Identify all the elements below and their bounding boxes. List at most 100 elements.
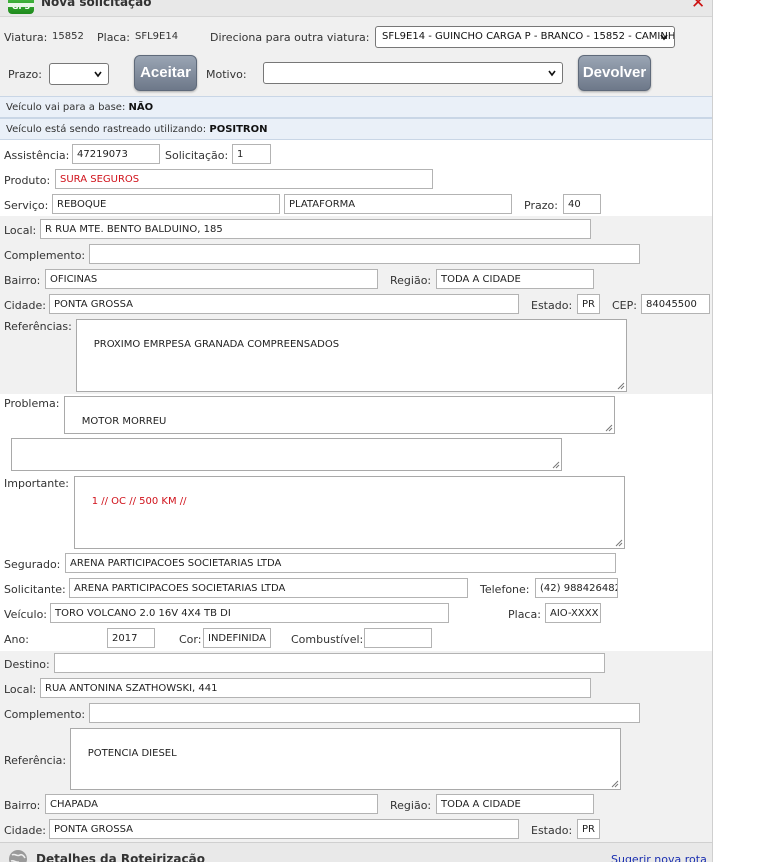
regiao-label: Região: — [390, 274, 432, 287]
bairro-field[interactable]: OFICINAS — [45, 269, 378, 289]
estado-field[interactable]: PR — [577, 294, 600, 314]
problema-textarea[interactable]: MOTOR MORREU — [64, 396, 615, 434]
referencias-text: PROXIMO EMRPESA GRANADA COMPREENSADOS — [93, 339, 340, 350]
resize-grip-icon[interactable] — [611, 780, 619, 788]
tracking-info-text: Veículo está sendo rastreado utilizando: — [6, 124, 207, 135]
motivo-label: Motivo: — [206, 68, 247, 81]
destino-field[interactable] — [54, 653, 605, 673]
produto-label: Produto: — [4, 174, 51, 187]
servico-field[interactable]: REBOQUE — [52, 194, 280, 214]
destino-complemento-label: Complemento: — [4, 708, 86, 721]
veiculo-field[interactable]: TORO VOLCANO 2.0 16V 4X4 TB DI — [50, 603, 449, 623]
importante-textarea[interactable]: 1 // OC // 500 KM // — [74, 476, 625, 549]
title-bar: GPS Nova solicitação ✕ — [0, 0, 712, 17]
assistencia-label: Assistência: — [4, 149, 70, 162]
tracking-info-row: Veículo está sendo rastreado utilizando:… — [0, 118, 712, 140]
cep-field[interactable]: 84045500 — [641, 294, 710, 314]
redirect-label: Direciona para outra viatura: — [210, 31, 370, 44]
chevron-down-icon — [660, 34, 668, 41]
segurado-field[interactable]: ARENA PARTICIPACOES SOCIETARIAS LTDA — [65, 553, 616, 573]
ano-label: Ano: — [4, 633, 29, 646]
resize-grip-icon[interactable] — [605, 424, 613, 432]
produto-field[interactable]: SURA SEGUROS — [55, 169, 433, 189]
complemento-label: Complemento: — [4, 249, 86, 262]
veiculo-label: Veículo: — [4, 608, 48, 621]
solicitacao-label: Solicitação: — [165, 149, 229, 162]
servico-prazo-field[interactable]: 40 — [563, 194, 601, 214]
destino-bairro-field[interactable]: CHAPADA — [45, 794, 378, 814]
new-request-window: GPS Nova solicitação ✕ Viatura: 15852 Pl… — [0, 0, 713, 862]
base-info-row: Veículo vai para a base: NÃO — [0, 96, 712, 118]
chevron-down-icon — [548, 70, 556, 77]
complemento-field[interactable] — [89, 244, 640, 264]
base-info-text: Veículo vai para a base: — [6, 102, 126, 113]
solicitante-field[interactable]: ARENA PARTICIPACOES SOCIETARIAS LTDA — [69, 578, 468, 598]
destino-referencia-label: Referência: — [4, 754, 67, 767]
routing-details-header: Detalhes da Roteirização Sugerir nova ro… — [0, 842, 712, 862]
destino-cidade-field[interactable]: PONTA GROSSA — [49, 819, 519, 839]
solicitacao-field[interactable]: 1 — [232, 144, 271, 164]
ano-field[interactable]: 2017 — [107, 628, 155, 648]
resize-grip-icon[interactable] — [615, 539, 623, 547]
cor-label: Cor: — [179, 633, 202, 646]
gps-icon-bar — [8, 3, 34, 7]
viatura-value: 15852 — [52, 31, 84, 42]
cor-field[interactable]: INDEFINIDA — [203, 628, 271, 648]
destino-local-field[interactable]: RUA ANTONINA SZATHOWSKI, 441 — [40, 678, 591, 698]
veiculo-placa-label: Placa: — [508, 608, 541, 621]
assistencia-field[interactable]: 47219073 — [72, 144, 160, 164]
redirect-vehicle-value: SFL9E14 - GUINCHO CARGA P - BRANCO - 158… — [382, 31, 675, 42]
segurado-label: Segurado: — [4, 558, 61, 571]
dispatch-controls: Viatura: 15852 Placa: SFL9E14 Direciona … — [0, 17, 712, 96]
bairro-label: Bairro: — [4, 274, 41, 287]
destino-referencia-text: POTENCIA DIESEL — [87, 748, 177, 759]
prazo-label: Prazo: — [8, 68, 42, 81]
routing-details-title: Detalhes da Roteirização — [36, 852, 205, 862]
observacao-textarea[interactable] — [11, 438, 562, 471]
cidade-label: Cidade: — [4, 299, 46, 312]
destino-regiao-field[interactable]: TODA A CIDADE — [436, 794, 594, 814]
estado-label: Estado: — [531, 299, 573, 312]
suggest-route-link[interactable]: Sugerir nova rota — [611, 853, 707, 862]
servico-tipo-field[interactable]: PLATAFORMA — [284, 194, 512, 214]
referencias-textarea[interactable]: PROXIMO EMRPESA GRANADA COMPREENSADOS — [76, 319, 627, 392]
destino-regiao-label: Região: — [390, 799, 432, 812]
importante-label: Importante: — [4, 477, 70, 490]
base-info-value: NÃO — [128, 102, 154, 113]
return-button[interactable]: Devolver — [578, 55, 651, 91]
servico-prazo-label: Prazo: — [524, 199, 558, 212]
globe-icon — [9, 850, 27, 862]
placa-value: SFL9E14 — [135, 31, 179, 42]
local-field[interactable]: R RUA MTE. BENTO BALDUINO, 185 — [40, 219, 591, 239]
tracking-info-value: POSITRON — [209, 124, 268, 135]
destino-estado-label: Estado: — [531, 824, 573, 837]
destino-label: Destino: — [4, 658, 50, 671]
prazo-select[interactable] — [49, 63, 109, 85]
window-title: Nova solicitação — [41, 0, 152, 9]
viatura-label: Viatura: — [4, 31, 48, 44]
resize-grip-icon[interactable] — [617, 382, 625, 390]
local-label: Local: — [4, 224, 37, 237]
importante-text: 1 // OC // 500 KM // — [91, 496, 187, 507]
destino-complemento-field[interactable] — [89, 703, 640, 723]
destino-local-label: Local: — [4, 683, 37, 696]
chevron-down-icon — [94, 71, 102, 78]
destino-estado-field[interactable]: PR — [577, 819, 600, 839]
cep-label: CEP: — [612, 299, 637, 312]
servico-label: Serviço: — [4, 199, 49, 212]
veiculo-placa-field[interactable]: AIO-XXXX — [545, 603, 601, 623]
combustivel-field[interactable] — [364, 628, 432, 648]
cidade-field[interactable]: PONTA GROSSA — [49, 294, 519, 314]
destino-referencia-textarea[interactable]: POTENCIA DIESEL — [70, 728, 621, 790]
accept-button[interactable]: Aceitar — [134, 55, 197, 91]
problema-label: Problema: — [4, 397, 60, 410]
motivo-select[interactable] — [263, 62, 563, 84]
problema-text: MOTOR MORREU — [81, 416, 167, 427]
redirect-vehicle-select[interactable]: SFL9E14 - GUINCHO CARGA P - BRANCO - 158… — [375, 26, 675, 48]
telefone-label: Telefone: — [480, 583, 530, 596]
telefone-field[interactable]: (42) 988426482 — [535, 578, 618, 598]
regiao-field[interactable]: TODA A CIDADE — [436, 269, 594, 289]
resize-grip-icon[interactable] — [552, 461, 560, 469]
destino-bairro-label: Bairro: — [4, 799, 41, 812]
close-icon[interactable]: ✕ — [691, 0, 705, 13]
